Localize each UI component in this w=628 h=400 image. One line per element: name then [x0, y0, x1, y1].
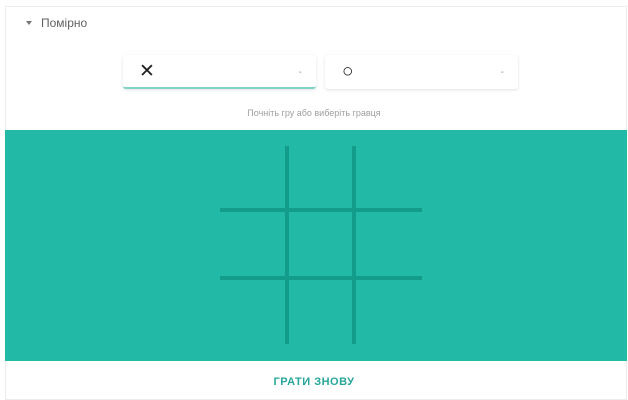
board-cell[interactable]: [288, 212, 354, 278]
difficulty-selector[interactable]: Помірно: [26, 16, 87, 30]
board-cell[interactable]: [219, 212, 285, 278]
dropdown-arrow-icon: -: [298, 67, 302, 78]
board-cell[interactable]: [356, 212, 422, 278]
player-o-select[interactable]: ○ -: [325, 55, 518, 89]
board-cell[interactable]: [219, 280, 285, 346]
board-cell[interactable]: [288, 280, 354, 346]
player-x-select[interactable]: ✕ -: [123, 55, 316, 89]
board-cell[interactable]: [219, 142, 285, 208]
difficulty-label: Помірно: [41, 16, 88, 30]
caret-down-icon: [26, 21, 32, 25]
dropdown-arrow-icon: -: [500, 67, 504, 78]
x-mark-icon: ✕: [139, 61, 155, 82]
board-cell[interactable]: [356, 280, 422, 346]
game-hint: Почніть гру або виберіть гравця: [247, 108, 381, 118]
play-again-button[interactable]: ГРАТИ ЗНОВУ: [0, 376, 628, 388]
board-cell[interactable]: [356, 142, 422, 208]
o-mark-icon: ○: [342, 61, 354, 82]
game-board: [5, 130, 627, 361]
board-cell[interactable]: [288, 142, 354, 208]
